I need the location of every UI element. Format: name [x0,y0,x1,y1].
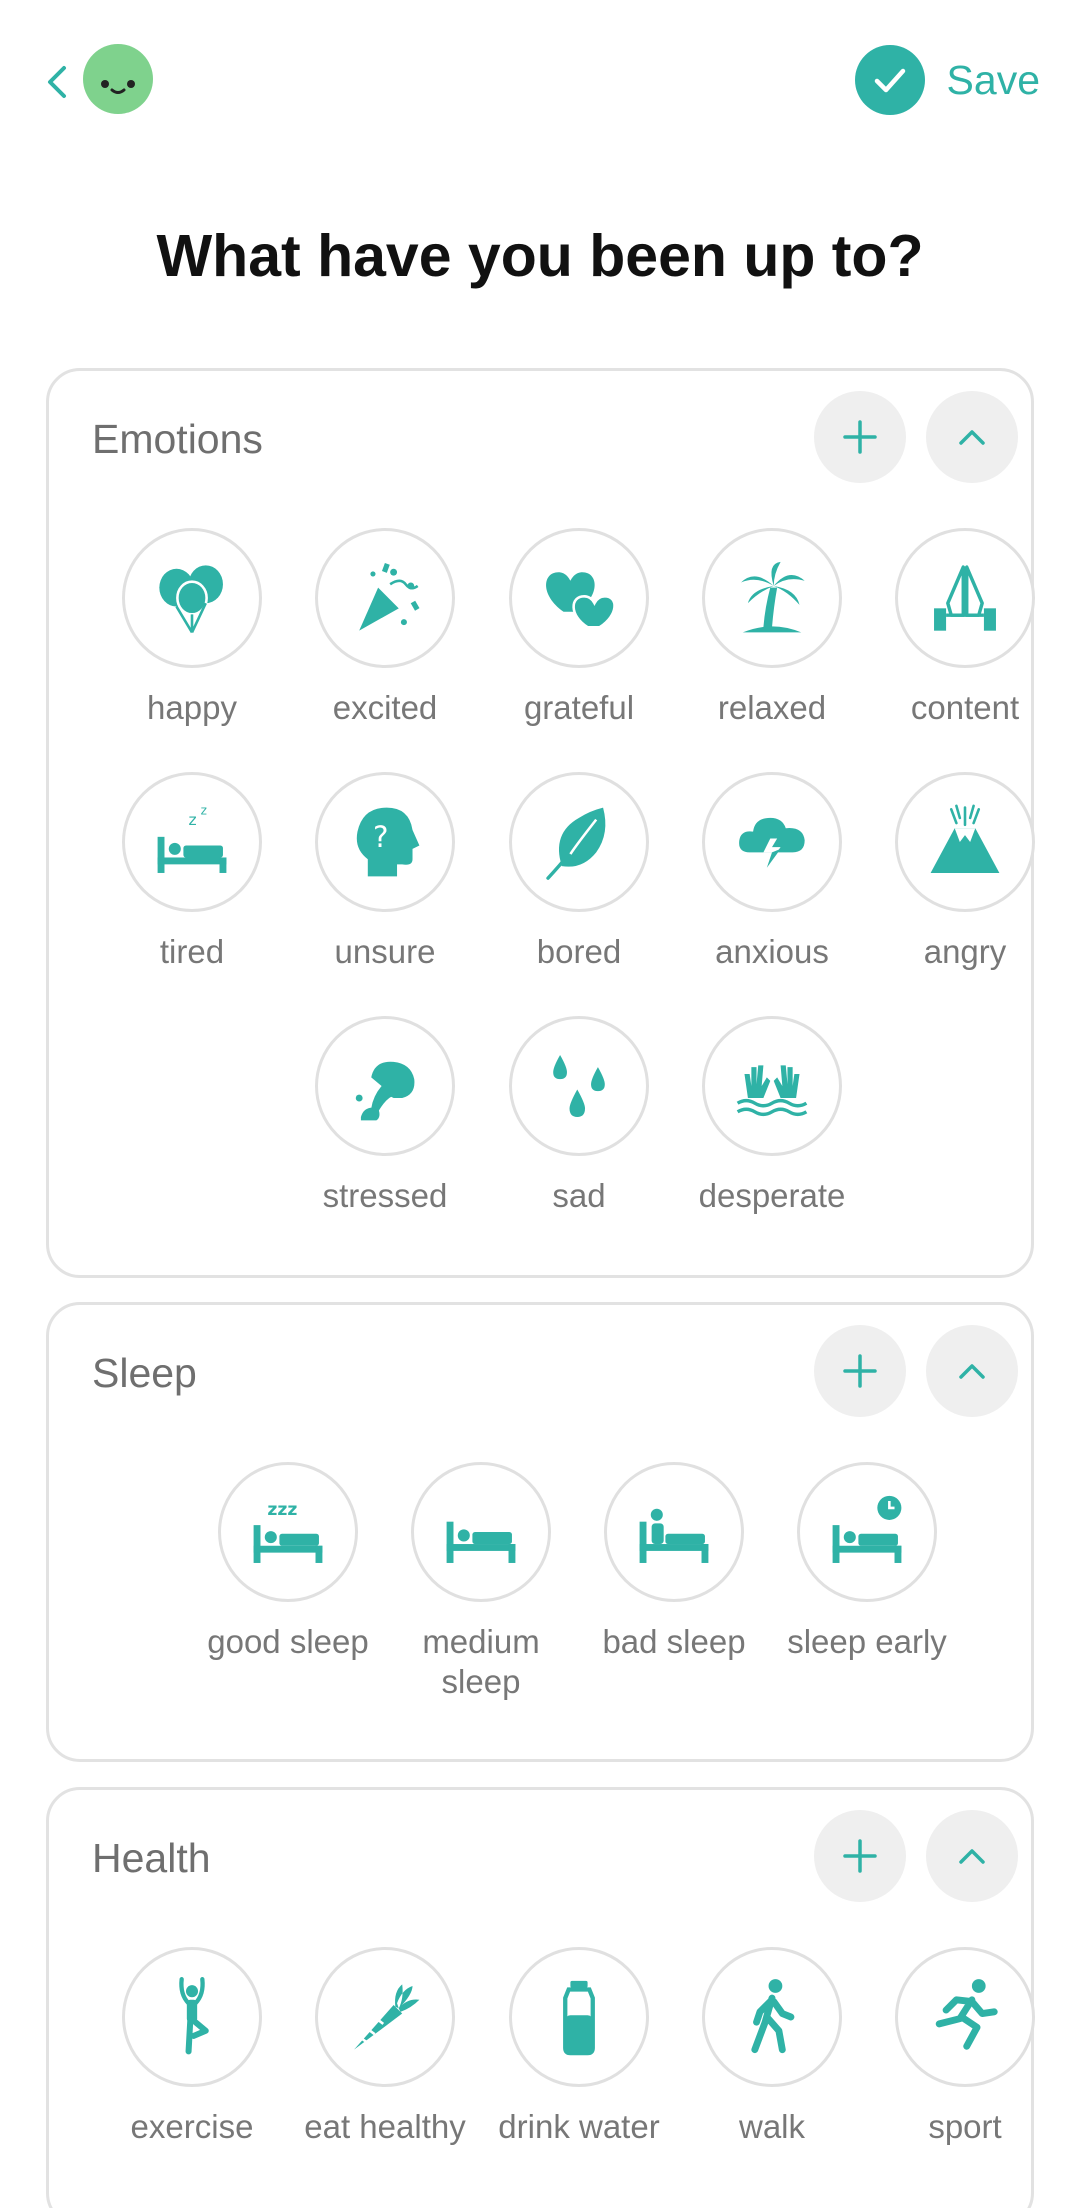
add-button[interactable] [814,1810,906,1902]
squeezing-hand-icon [355,1061,415,1121]
emotion-anxious[interactable]: anxious [682,772,862,972]
emotion-content[interactable]: content [875,528,1055,728]
sleep-bad[interactable]: bad sleep [584,1462,764,1662]
question-head-icon: ? [356,807,420,877]
check-icon [854,45,925,115]
section-title: Emotions [92,416,263,462]
storm-cloud-icon [739,817,805,868]
item-label: content [910,689,1020,726]
running-icon [935,1979,998,2050]
chevron-left-icon [48,66,66,98]
add-button[interactable] [814,391,906,483]
party-popper-icon [359,562,420,631]
emotions-card: Emotions happy excited grateful relaxed … [46,368,1035,1278]
top-bar: Save [0,0,1080,170]
svg-text:z: z [189,811,197,829]
page-title: What have you been up to? [156,223,924,289]
item-label: sleep early [787,1623,947,1660]
emotion-unsure[interactable]: ? unsure [295,772,475,972]
emotion-bored[interactable]: bored [489,772,669,972]
svg-text:?: ? [373,820,389,854]
save-button[interactable]: Save [854,44,1040,116]
item-label: bored [536,933,622,970]
collapse-button[interactable] [926,1810,1018,1902]
add-button[interactable] [814,1325,906,1417]
bed-icon [446,1521,516,1563]
item-label: good sleep [207,1623,369,1660]
item-label: stressed [322,1177,448,1214]
carrot-icon [354,1984,420,2050]
emotion-sad[interactable]: sad [489,1016,669,1216]
item-label: angry [923,933,1007,970]
hearts-icon [546,572,616,629]
avatar[interactable] [83,44,153,114]
bed-awake-icon [639,1508,709,1563]
item-label: relaxed [717,689,827,726]
plus-icon [843,1839,877,1873]
emotion-tired[interactable]: z z tired [102,772,282,972]
section-title: Health [92,1835,211,1881]
item-label: tired [159,933,225,970]
palm-tree-icon [741,561,805,633]
bed-clock-icon [832,1495,902,1563]
health-exercise[interactable]: exercise [102,1947,282,2147]
praying-hands-icon [934,565,996,631]
drowning-hands-icon [736,1065,808,1117]
health-walk[interactable]: walk [682,1947,862,2147]
smiley-face-icon [101,80,135,94]
health-card: Health exercise eat healthy drink water [46,1787,1035,2208]
sleep-early[interactable]: sleep early [777,1462,957,1662]
health-eat-healthy[interactable]: eat healthy [295,1947,475,2147]
collapse-button[interactable] [926,391,1018,483]
item-label: eat healthy [304,2108,466,2145]
item-label: bad sleep [602,1623,746,1660]
svg-text:z: z [201,803,207,817]
item-label: medium sleep [422,1623,540,1700]
emotion-stressed[interactable]: stressed [295,1016,475,1216]
section-title: Sleep [92,1350,197,1396]
health-drink-water[interactable]: drink water [489,1947,669,2147]
item-label: sad [552,1177,606,1214]
plus-icon [843,420,877,454]
save-label: Save [946,56,1040,103]
back-button[interactable] [38,62,78,102]
balloons-icon [159,565,223,634]
svg-text:zzz: zzz [267,1500,297,1520]
item-label: happy [147,689,237,726]
item-label: excited [332,689,438,726]
emotion-grateful[interactable]: grateful [489,528,669,728]
item-label: anxious [715,933,829,970]
emotion-desperate[interactable]: desperate [682,1016,862,1216]
emotion-happy[interactable]: happy [102,528,282,728]
sleep-good[interactable]: zzz good sleep [198,1462,378,1662]
emotion-angry[interactable]: angry [875,772,1055,972]
chevron-up-icon [959,1849,985,1864]
bed-zzz-icon: zzz [253,1500,323,1563]
yoga-icon [179,1977,209,2055]
sleeping-bed-icon: z z [157,803,227,873]
chevron-up-icon [959,430,985,445]
item-label: grateful [523,689,635,726]
emotion-excited[interactable]: excited [295,528,475,728]
item-label: unsure [334,933,436,970]
sleep-card: Sleep zzz good sleep medium sleep bad sl… [46,1302,1034,1762]
health-sport[interactable]: sport [875,1947,1055,2147]
water-bottle-icon [563,1980,595,2056]
item-label: walk [738,2108,806,2145]
chevron-up-icon [959,1364,985,1379]
collapse-button[interactable] [926,1325,1018,1417]
emotion-relaxed[interactable]: relaxed [682,528,862,728]
item-label: exercise [130,2108,254,2145]
leaf-icon [546,807,606,880]
tear-drops-icon [553,1055,605,1117]
item-label: desperate [698,1177,846,1214]
plus-icon [843,1354,877,1388]
walking-icon [751,1979,795,2054]
item-label: drink water [498,2108,660,2145]
item-label: sport [928,2108,1002,2145]
sleep-medium[interactable]: medium sleep [391,1462,571,1702]
volcano-icon [930,804,1000,873]
